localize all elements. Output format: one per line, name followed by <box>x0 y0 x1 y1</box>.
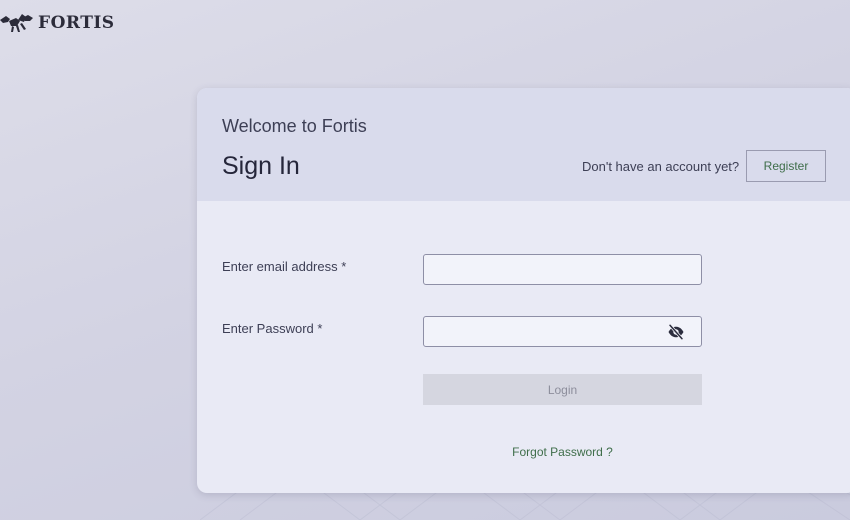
signin-card: Welcome to Fortis Sign In Don't have an … <box>197 88 850 493</box>
page-title: Sign In <box>222 152 300 180</box>
email-label: Enter email address * <box>222 259 347 274</box>
signin-card-header: Welcome to Fortis Sign In Don't have an … <box>197 88 850 201</box>
eye-off-icon[interactable] <box>667 323 685 341</box>
login-button[interactable]: Login <box>423 374 702 405</box>
welcome-text: Welcome to Fortis <box>222 116 367 136</box>
brand-name: FORTIS <box>38 13 115 33</box>
brand-logo[interactable]: FORTIS <box>0 12 115 34</box>
winged-horse-logo-icon <box>0 14 33 32</box>
password-field[interactable] <box>423 316 702 347</box>
email-field[interactable] <box>423 254 702 285</box>
forgot-password-link[interactable]: Forgot Password ? <box>423 445 702 459</box>
register-button[interactable]: Register <box>746 150 826 182</box>
password-label: Enter Password * <box>222 321 323 336</box>
no-account-text: Don't have an account yet? <box>582 159 740 174</box>
